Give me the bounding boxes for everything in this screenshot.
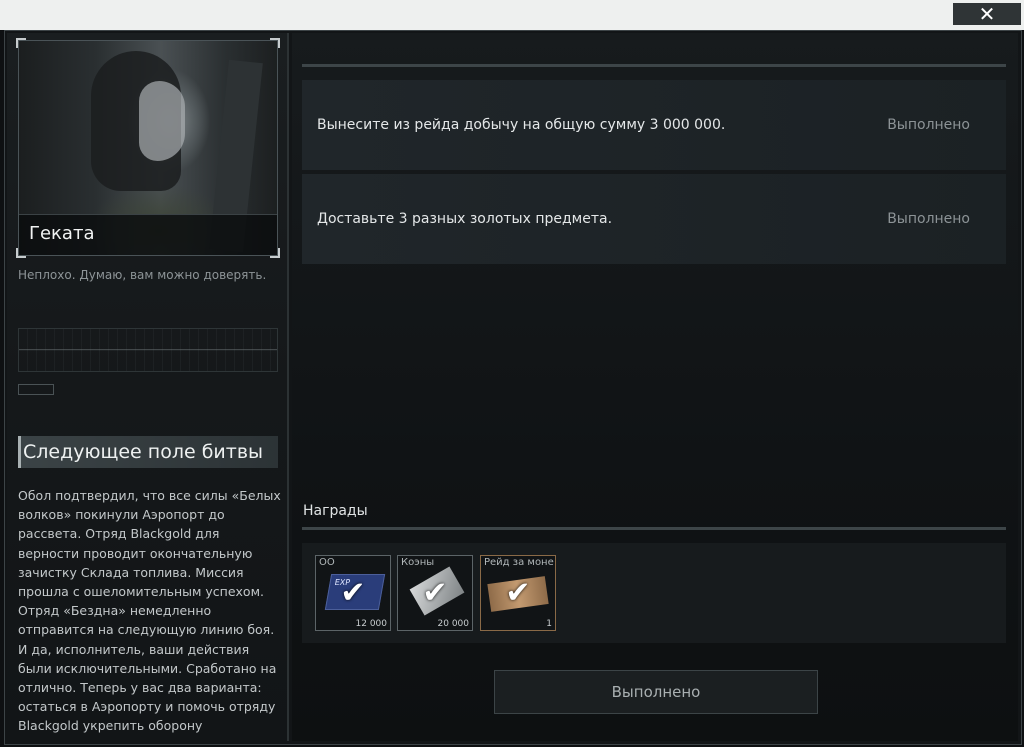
checkmark-icon: ✔ <box>505 575 531 611</box>
rewards-divider <box>302 527 1006 530</box>
trader-portrait: Геката <box>16 38 280 258</box>
trader-name: Геката <box>29 223 95 244</box>
corner-bracket <box>270 38 280 48</box>
signal-graph-line <box>18 328 278 372</box>
checkmark-icon: ✔ <box>340 575 366 611</box>
reward-name: ОО <box>319 557 335 568</box>
rewards-label: Награды <box>303 503 368 519</box>
signal-graph <box>18 318 278 396</box>
title-bar: ✕ <box>0 0 1024 30</box>
quest-title: Следующее поле битвы <box>18 436 278 468</box>
complete-quest-button[interactable]: Выполнено <box>494 670 818 714</box>
quest-description: Обол подтвердил, что все силы «Белых вол… <box>18 488 281 734</box>
reward-item-koens[interactable]: Коэны ✔ 20 000 <box>397 555 473 631</box>
reward-count: 1 <box>546 619 552 629</box>
trader-name-plate: Геката <box>19 214 277 255</box>
top-divider <box>302 64 1006 67</box>
reward-name: Рейд за монеты <box>484 557 554 568</box>
objective-text: Вынесите из рейда добычу на общую сумму … <box>317 117 726 133</box>
objective-text: Доставьте 3 разных золотых предмета. <box>317 211 613 227</box>
reward-count: 20 000 <box>437 619 470 629</box>
close-icon: ✕ <box>978 2 996 26</box>
trader-quote: Неплохо. Думаю, вам можно доверять. <box>18 268 267 282</box>
objective-row: Вынесите из рейда добычу на общую сумму … <box>302 80 1006 170</box>
reward-name: Коэны <box>401 557 435 568</box>
close-button[interactable]: ✕ <box>953 3 1021 25</box>
reward-count: 12 000 <box>355 619 388 629</box>
signal-indicator <box>18 384 54 395</box>
checkmark-icon: ✔ <box>422 575 448 611</box>
corner-bracket <box>16 38 26 48</box>
objective-status: Выполнено <box>887 211 970 227</box>
objective-row: Доставьте 3 разных золотых предмета. Вып… <box>302 174 1006 264</box>
objective-status: Выполнено <box>887 117 970 133</box>
reward-item-raid-ticket[interactable]: Рейд за монеты ✔ 1 <box>480 555 556 631</box>
reward-item-experience[interactable]: EXP ОО ✔ 12 000 <box>315 555 391 631</box>
